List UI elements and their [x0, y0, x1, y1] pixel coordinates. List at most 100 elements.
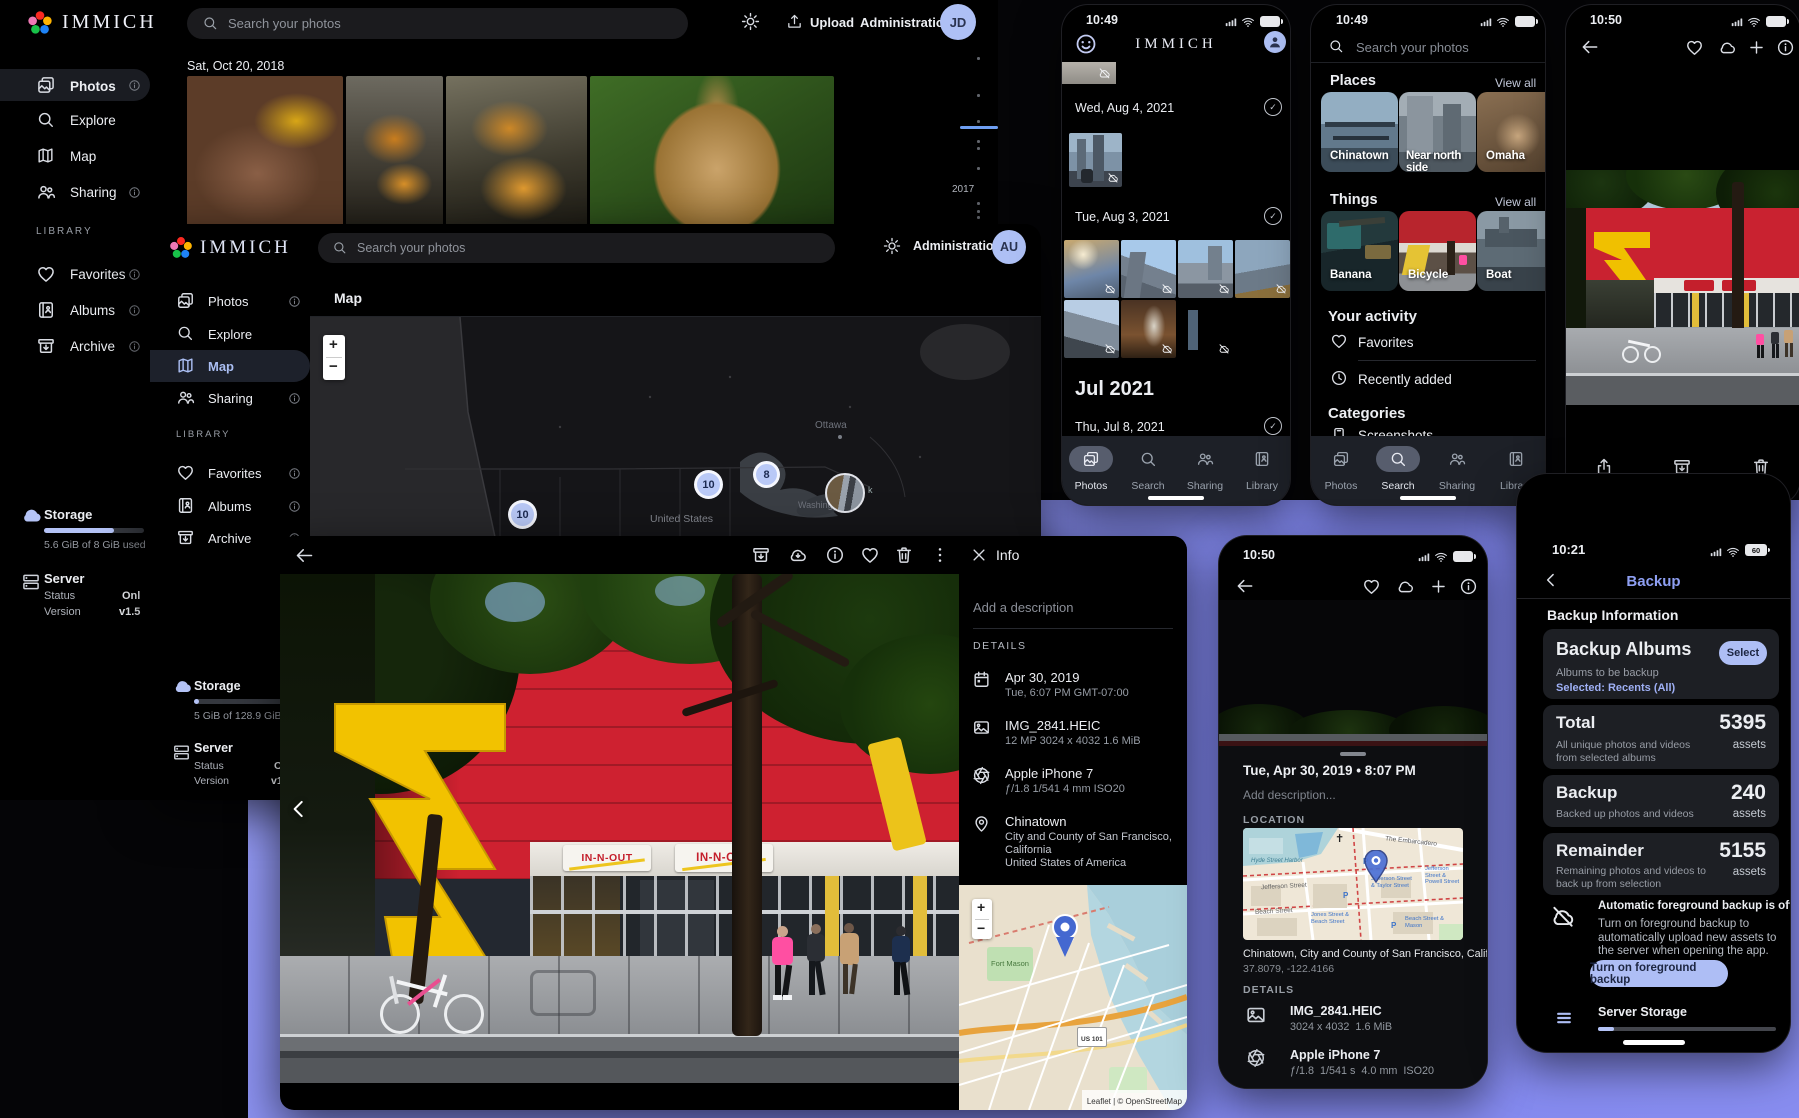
theme-toggle-sun-icon[interactable]	[883, 237, 901, 255]
photo-thumbnail[interactable]	[1235, 240, 1290, 298]
info-icon[interactable]	[825, 545, 845, 565]
activity-item-recently-added[interactable]: Recently added	[1358, 372, 1452, 387]
info-icon[interactable]	[1459, 577, 1478, 596]
nav-item-photos[interactable]: Photos	[1075, 480, 1108, 492]
select-button[interactable]: Select	[1719, 641, 1767, 665]
sidebar-item-favorites[interactable]: Favorites	[208, 466, 261, 481]
sidebar-item-archive[interactable]: Archive	[208, 531, 251, 546]
select-group-check-icon[interactable]: ✓	[1264, 98, 1282, 116]
photo-thumbnail[interactable]	[1178, 300, 1233, 358]
upload-cloud-icon[interactable]	[1718, 38, 1737, 57]
thing-card-boat[interactable]: Boat	[1477, 211, 1545, 291]
partial-photo[interactable]	[1062, 62, 1116, 84]
map-cluster-marker[interactable]: 8	[753, 461, 780, 488]
sidebar-item-map[interactable]: Map	[70, 149, 96, 164]
turn-on-foreground-backup-button[interactable]: Turn on foreground backup	[1590, 960, 1728, 987]
timeline-scrubber[interactable]: 2017	[948, 47, 998, 237]
nav-item-search[interactable]: Search	[1381, 480, 1414, 492]
photo-thumbnail[interactable]	[1069, 133, 1122, 187]
zoom-out-button[interactable]: −	[977, 920, 985, 936]
sidebar-label-map[interactable]: Map	[208, 359, 234, 374]
nav-item-sharing[interactable]: Sharing	[1187, 480, 1223, 492]
library-icon[interactable]	[1253, 450, 1271, 468]
map-photo-marker[interactable]	[825, 473, 865, 513]
nav-item-sharing[interactable]: Sharing	[1439, 480, 1475, 492]
viewer-photo[interactable]	[1566, 170, 1799, 405]
download-cloud-icon[interactable]	[788, 545, 808, 565]
zoom-out-button[interactable]: −	[329, 358, 338, 375]
delete-trash-icon[interactable]	[894, 545, 914, 565]
favorite-heart-icon[interactable]	[1685, 38, 1704, 57]
sidebar-item-albums[interactable]: Albums	[208, 499, 251, 514]
info-icon[interactable]	[1776, 38, 1795, 57]
map-cluster-marker[interactable]: 10	[508, 500, 537, 529]
place-card-near-north-side[interactable]: Near north side	[1399, 92, 1476, 172]
favorite-heart-icon[interactable]	[1362, 577, 1381, 596]
select-group-check-icon[interactable]: ✓	[1264, 207, 1282, 225]
viewer-photo[interactable]: IN-N-OUT IN-N-OUT	[280, 574, 959, 1083]
photo-thumbnail[interactable]	[1121, 300, 1176, 358]
location-map[interactable]: PPP ✝ Hyde Street Harbor The Embarcadero…	[1243, 828, 1463, 940]
home-indicator[interactable]	[1623, 1040, 1685, 1045]
nav-item-search[interactable]: Search	[1131, 480, 1164, 492]
photo-thumbnail[interactable]	[1064, 300, 1119, 358]
thing-card-bicycle[interactable]: Bicycle	[1399, 211, 1476, 291]
profile-avatar[interactable]	[1264, 31, 1286, 53]
photo-thumbnail[interactable]	[1178, 240, 1233, 298]
upload-cloud-icon[interactable]	[1396, 577, 1415, 596]
photo-mushroom-2[interactable]	[346, 76, 443, 226]
home-indicator[interactable]	[1148, 496, 1204, 500]
search-bar[interactable]: Search your photos	[187, 8, 688, 39]
place-card-chinatown[interactable]: Chinatown	[1321, 92, 1398, 172]
sheet-drag-handle[interactable]	[1340, 752, 1366, 756]
photo-mushroom-basket[interactable]	[590, 76, 834, 226]
archive-icon[interactable]	[751, 545, 771, 565]
add-to-album-icon[interactable]	[1429, 577, 1448, 596]
administration-button[interactable]: Administration	[860, 15, 952, 30]
back-arrow-icon[interactable]	[1580, 37, 1600, 57]
sidebar-item-explore[interactable]: Explore	[70, 113, 116, 128]
photos-icon[interactable]	[1332, 450, 1350, 468]
sidebar-label-photos[interactable]: Photos	[70, 79, 116, 94]
theme-toggle-sun-icon[interactable]	[741, 12, 760, 31]
photos-icon[interactable]	[1082, 450, 1100, 468]
sharing-icon[interactable]	[1196, 450, 1214, 468]
sidebar-item-favorites[interactable]: Favorites	[70, 267, 126, 282]
place-card-omaha[interactable]: Omaha	[1477, 92, 1545, 172]
viewer-photo-partial[interactable]	[1219, 600, 1487, 746]
thing-card-banana[interactable]: Banana	[1321, 211, 1398, 291]
more-kebab-icon[interactable]	[930, 545, 950, 565]
avatar[interactable]: JD	[940, 4, 976, 40]
photo-thumbnail[interactable]	[1121, 240, 1176, 298]
search-input[interactable]: Search your photos	[1356, 40, 1469, 55]
nav-item-library[interactable]: Library	[1246, 480, 1278, 492]
back-arrow-icon[interactable]	[294, 545, 315, 566]
search-icon[interactable]	[1389, 450, 1407, 468]
sidebar-item-albums[interactable]: Albums	[70, 303, 115, 318]
sidebar-item-sharing[interactable]: Sharing	[70, 185, 117, 200]
info-minimap[interactable]: Fort Mason US 101 + − Leaflet | © OpenSt…	[959, 885, 1187, 1110]
zoom-in-button[interactable]: +	[977, 899, 985, 915]
search-bar[interactable]: Search your photos	[318, 233, 835, 263]
sidebar-item-sharing[interactable]: Sharing	[208, 391, 253, 406]
library-icon[interactable]	[1507, 450, 1525, 468]
photo-mushroom-3[interactable]	[446, 76, 587, 226]
places-view-all-link[interactable]: View all	[1495, 76, 1536, 90]
avatar[interactable]: AU	[992, 230, 1026, 264]
favorite-heart-icon[interactable]	[860, 545, 880, 565]
minimap-zoom-control[interactable]: + −	[972, 899, 992, 939]
add-description-field[interactable]: Add a description	[973, 600, 1073, 615]
map-cluster-marker[interactable]: 10	[694, 470, 723, 499]
things-view-all-link[interactable]: View all	[1495, 195, 1536, 209]
activity-item-favorites[interactable]: Favorites	[1358, 335, 1414, 350]
select-group-check-icon[interactable]: ✓	[1264, 417, 1282, 435]
search-icon[interactable]	[1139, 450, 1157, 468]
add-to-album-icon[interactable]	[1747, 38, 1766, 57]
zoom-in-button[interactable]: +	[329, 336, 338, 353]
sharing-icon[interactable]	[1448, 450, 1466, 468]
administration-button[interactable]: Administration	[913, 239, 1001, 253]
map-zoom-control[interactable]: + −	[323, 335, 345, 380]
close-icon[interactable]	[970, 546, 988, 564]
add-description-field[interactable]: Add description...	[1243, 788, 1336, 802]
scrubber-handle[interactable]	[960, 126, 998, 129]
